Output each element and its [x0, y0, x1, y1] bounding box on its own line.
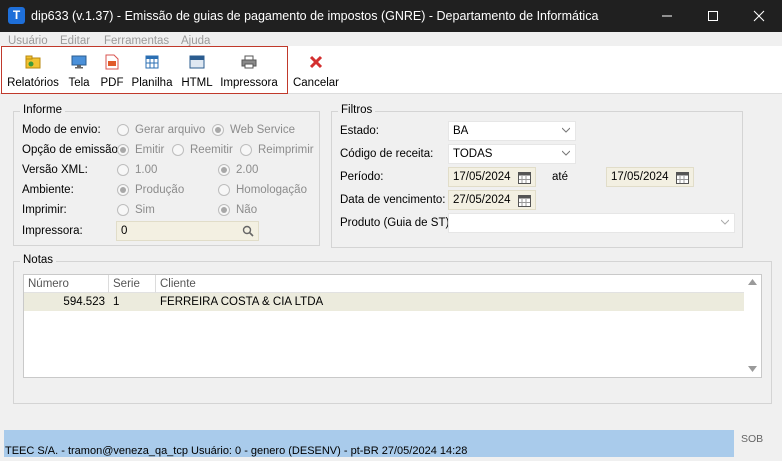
- radio-gerar-arquivo[interactable]: [117, 124, 129, 136]
- radio-web-service[interactable]: [212, 124, 224, 136]
- radio-homologacao[interactable]: [218, 184, 230, 196]
- codigo-receita-value: TODAS: [453, 148, 493, 160]
- periodo-label: Período:: [340, 171, 384, 183]
- emitir-label: Emitir: [135, 144, 165, 156]
- reports-icon: [24, 53, 42, 71]
- informe-title: Informe: [20, 104, 65, 116]
- status-bar: TEEC S/A. - tramon@veneza_qa_tcp Usuário…: [4, 430, 734, 457]
- periodo-from-value: 17/05/2024: [453, 171, 511, 183]
- periodo-to-field[interactable]: 17/05/2024: [606, 167, 694, 187]
- gerar-arquivo-label: Gerar arquivo: [135, 124, 206, 136]
- html-button[interactable]: HTML: [181, 50, 213, 90]
- periodo-from-field[interactable]: 17/05/2024: [448, 167, 536, 187]
- versao-xml-label: Versão XML:: [22, 164, 88, 176]
- radio-producao[interactable]: [117, 184, 129, 196]
- impressora-value: 0: [121, 225, 128, 237]
- estado-combo[interactable]: BA: [448, 121, 576, 141]
- chevron-down-icon: [721, 219, 729, 225]
- radio-xml-200[interactable]: [218, 164, 230, 176]
- data-vencimento-value: 27/05/2024: [453, 194, 511, 206]
- xml-100-label: 1.00: [135, 164, 158, 176]
- maximize-button[interactable]: [690, 0, 736, 32]
- minimize-icon: [662, 15, 672, 17]
- xml-200-label: 2.00: [236, 164, 259, 176]
- radio-emitir[interactable]: [117, 144, 129, 156]
- status-text: TEEC S/A. - tramon@veneza_qa_tcp Usuário…: [5, 445, 468, 457]
- codigo-receita-combo[interactable]: TODAS: [448, 144, 576, 164]
- spreadsheet-icon: [143, 53, 161, 71]
- calendar-icon[interactable]: [518, 171, 531, 187]
- periodo-to-value: 17/05/2024: [611, 171, 669, 183]
- screen-icon: [70, 53, 88, 71]
- printer-icon: [240, 53, 258, 71]
- impressora-field[interactable]: 0: [116, 221, 259, 241]
- window-title: dip633 (v.1.37) - Emissão de guias de pa…: [31, 9, 599, 23]
- pdf-icon: [103, 53, 121, 71]
- periodo-separator: até: [552, 171, 568, 183]
- producao-label: Produção: [135, 184, 185, 196]
- radio-nao[interactable]: [218, 204, 230, 216]
- table-row[interactable]: 594.523 1 FERREIRA COSTA & CIA LTDA: [24, 293, 744, 311]
- chevron-down-icon: [562, 150, 570, 156]
- nao-label: Não: [236, 204, 258, 216]
- status-sob: SOB: [741, 433, 764, 445]
- homologacao-label: Homologação: [236, 184, 307, 196]
- toolbar: Relatórios Tela PDF Planilha HTML Impres…: [0, 46, 782, 94]
- close-button[interactable]: [736, 0, 782, 32]
- radio-sim[interactable]: [117, 204, 129, 216]
- calendar-icon[interactable]: [518, 194, 531, 210]
- data-vencimento-label: Data de vencimento:: [340, 194, 446, 206]
- minimize-button[interactable]: [644, 0, 690, 32]
- reemitir-label: Reemitir: [190, 144, 233, 156]
- column-header-serie[interactable]: Serie: [109, 275, 156, 293]
- sim-label: Sim: [135, 204, 155, 216]
- spreadsheet-button[interactable]: Planilha: [132, 50, 172, 90]
- maximize-icon: [708, 11, 718, 21]
- notas-title: Notas: [20, 254, 57, 266]
- html-icon: [188, 53, 206, 71]
- app-icon: T: [8, 7, 25, 24]
- web-service-label: Web Service: [230, 124, 295, 136]
- data-vencimento-field[interactable]: 27/05/2024: [448, 190, 536, 210]
- codigo-receita-label: Código de receita:: [340, 148, 434, 160]
- estado-label: Estado:: [340, 125, 379, 137]
- radio-reimprimir[interactable]: [240, 144, 252, 156]
- impressora-label: Impressora:: [22, 225, 83, 237]
- ambiente-label: Ambiente:: [22, 184, 74, 196]
- column-header-cliente[interactable]: Cliente: [156, 275, 744, 293]
- produto-combo[interactable]: [448, 213, 735, 233]
- pdf-button[interactable]: PDF: [100, 50, 124, 90]
- cell-numero: 594.523: [63, 296, 105, 308]
- close-icon: [753, 10, 765, 22]
- scroll-up-icon[interactable]: [748, 279, 757, 285]
- title-bar: T dip633 (v.1.37) - Emissão de guias de …: [0, 0, 782, 32]
- column-header-numero[interactable]: Número: [24, 275, 109, 293]
- opcao-emissao-label: Opção de emissão:: [22, 144, 122, 156]
- modo-envio-label: Modo de envio:: [22, 124, 101, 136]
- search-icon[interactable]: [242, 225, 254, 240]
- cancel-icon: [307, 53, 325, 71]
- estado-value: BA: [453, 125, 469, 137]
- radio-reemitir[interactable]: [172, 144, 184, 156]
- produto-label: Produto (Guia de ST):: [340, 217, 453, 229]
- printer-button[interactable]: Impressora: [220, 50, 278, 90]
- scroll-down-icon[interactable]: [748, 366, 757, 372]
- screen-button[interactable]: Tela: [66, 50, 92, 90]
- vertical-scrollbar[interactable]: [744, 275, 761, 377]
- imprimir-label: Imprimir:: [22, 204, 67, 216]
- cell-serie: 1: [113, 296, 120, 308]
- chevron-down-icon: [562, 127, 570, 133]
- reports-button[interactable]: Relatórios: [7, 50, 59, 90]
- reimprimir-label: Reimprimir: [258, 144, 314, 156]
- cell-cliente: FERREIRA COSTA & CIA LTDA: [160, 296, 324, 308]
- radio-xml-100[interactable]: [117, 164, 129, 176]
- calendar-icon[interactable]: [676, 171, 689, 187]
- filtros-title: Filtros: [338, 104, 376, 116]
- cancel-button[interactable]: Cancelar: [293, 50, 339, 90]
- notas-table[interactable]: Número Serie Cliente 594.523 1 FERREIRA …: [23, 274, 762, 378]
